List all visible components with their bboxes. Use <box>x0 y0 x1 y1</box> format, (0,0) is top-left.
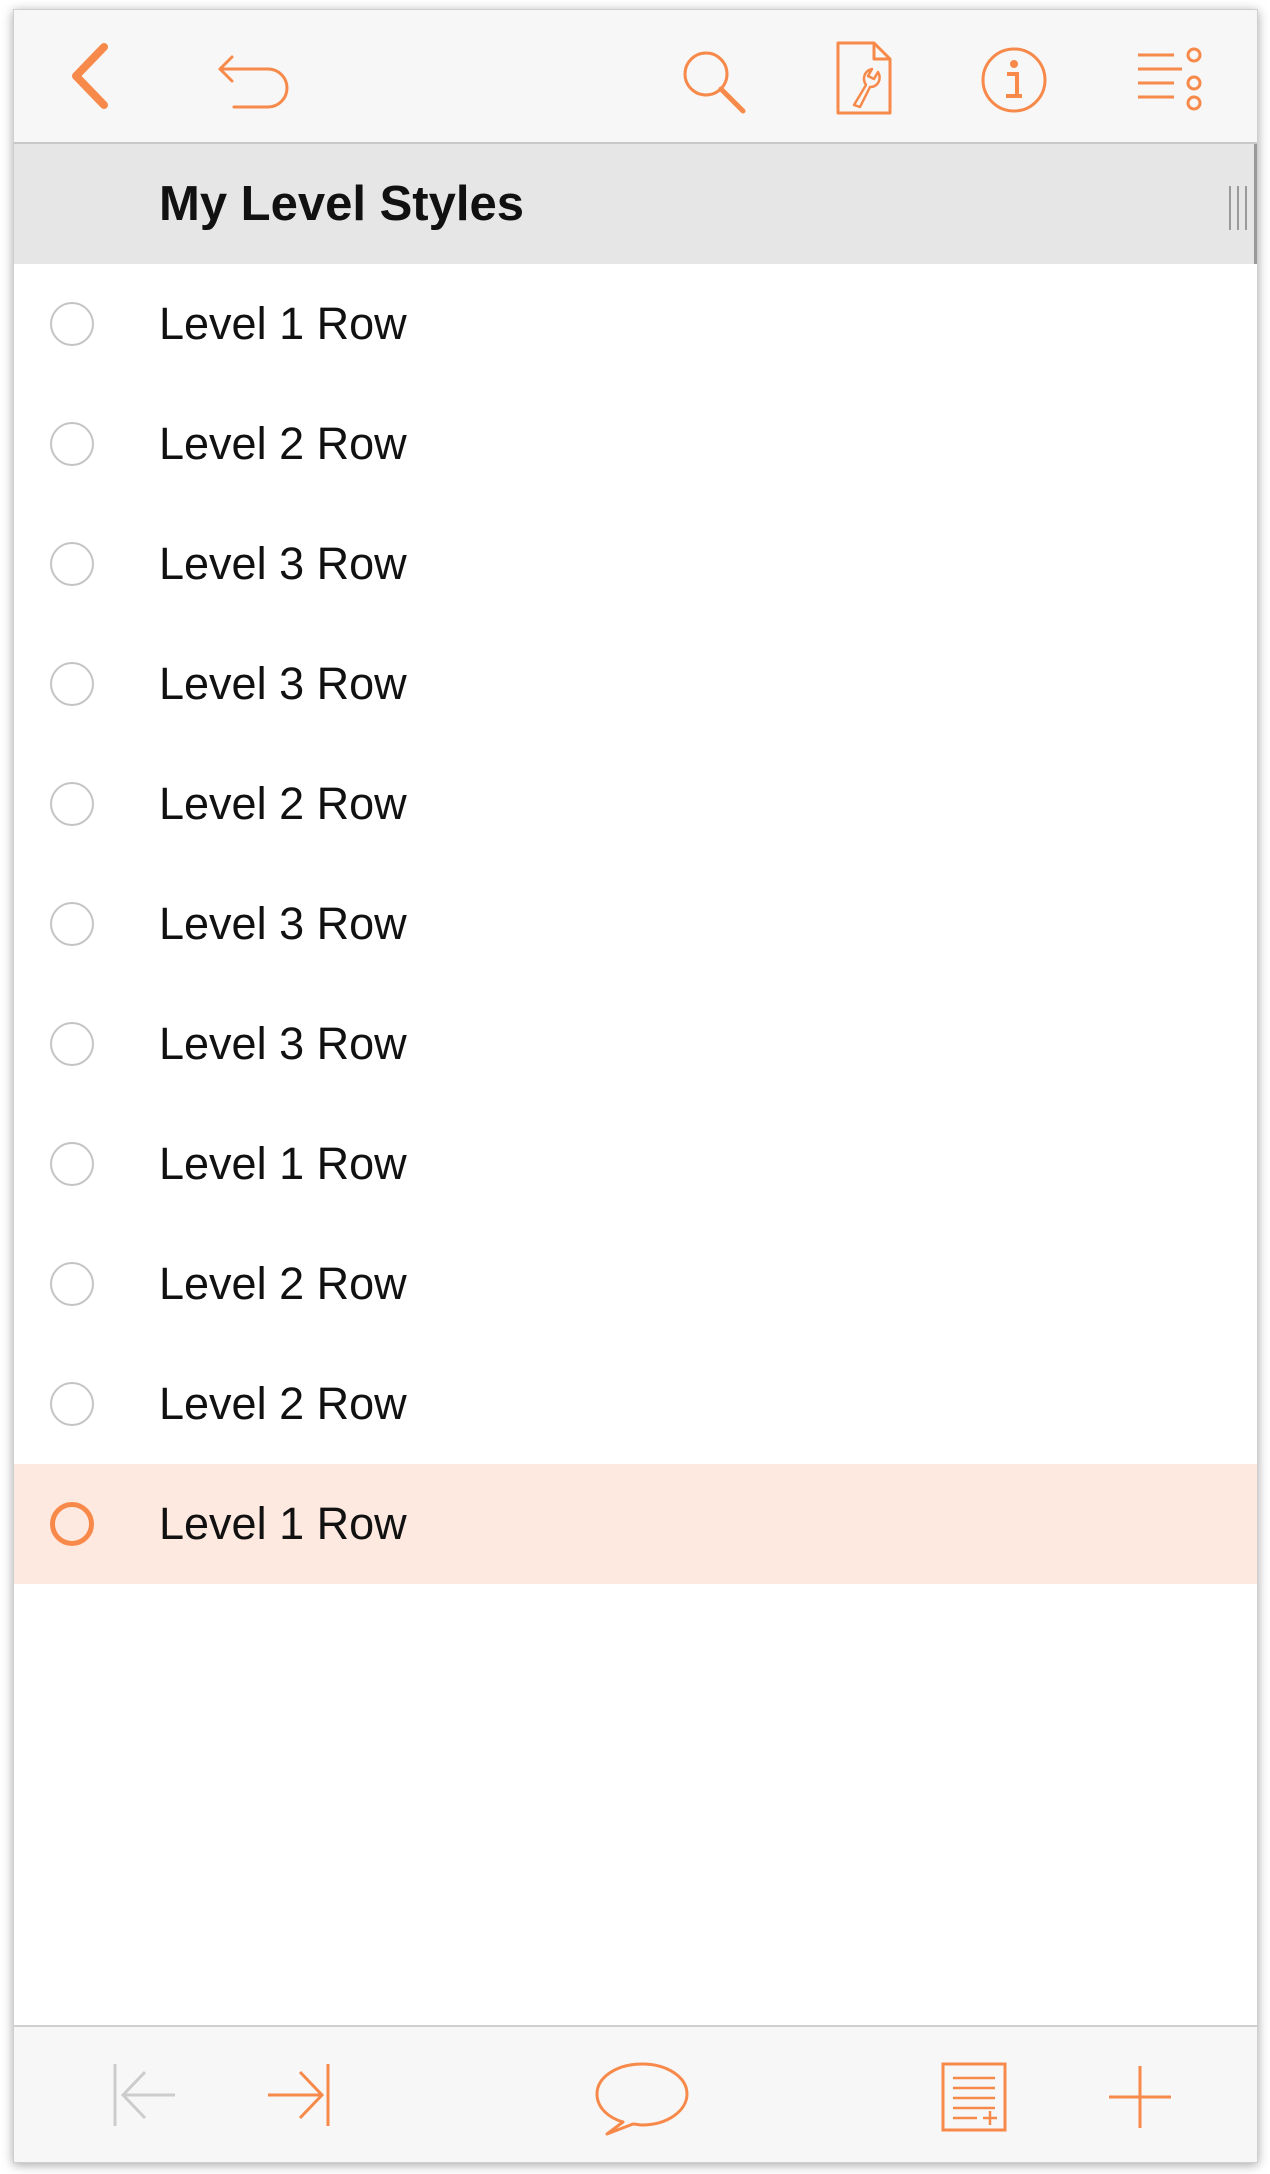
row-label[interactable]: Level 2 Row <box>159 744 407 864</box>
info-icon <box>981 47 1047 113</box>
outline-row[interactable]: Level 2 Row <box>14 1224 1257 1344</box>
indent-button[interactable] <box>259 2057 339 2133</box>
outline-row[interactable]: Level 3 Row <box>14 624 1257 744</box>
row-bullet-icon[interactable] <box>50 662 94 706</box>
app-window: My Level Styles Level 1 Row Level 2 Row Le… <box>13 9 1258 2163</box>
info-button[interactable] <box>976 42 1052 118</box>
note-bubble-icon <box>595 2062 689 2136</box>
outline-menu-icon <box>1138 47 1202 111</box>
outline-row[interactable]: Level 1 Row <box>14 264 1257 384</box>
row-label[interactable]: Level 3 Row <box>159 984 407 1104</box>
row-bullet-icon[interactable] <box>50 422 94 466</box>
row-label[interactable]: Level 1 Row <box>159 1464 407 1584</box>
outline-row[interactable]: Level 1 Row <box>14 1464 1257 1584</box>
outdent-button[interactable] <box>104 2057 184 2133</box>
add-row-icon <box>1109 2066 1171 2128</box>
back-button[interactable] <box>54 40 124 112</box>
document-settings-button[interactable] <box>829 38 899 118</box>
add-row-button[interactable] <box>1100 2057 1180 2137</box>
row-label[interactable]: Level 2 Row <box>159 1224 407 1344</box>
back-chevron-icon <box>72 43 108 109</box>
indent-icon <box>268 2064 330 2126</box>
outdent-icon <box>113 2064 175 2126</box>
page-title: My Level Styles <box>159 177 524 231</box>
bottom-toolbar <box>14 2025 1257 2162</box>
search-icon <box>683 51 746 114</box>
row-bullet-icon[interactable] <box>50 302 94 346</box>
row-bullet-icon[interactable] <box>50 1142 94 1186</box>
row-label[interactable]: Level 1 Row <box>159 1104 407 1224</box>
row-label[interactable]: Level 2 Row <box>159 1344 407 1464</box>
outline-row[interactable]: Level 3 Row <box>14 504 1257 624</box>
row-bullet-icon[interactable] <box>50 1502 94 1546</box>
row-bullet-icon[interactable] <box>50 542 94 586</box>
row-bullet-icon[interactable] <box>50 902 94 946</box>
outline-row[interactable]: Level 3 Row <box>14 864 1257 984</box>
vertical-scrollbar[interactable] <box>1254 144 1257 264</box>
undo-icon <box>218 55 289 109</box>
outline-menu-button[interactable] <box>1132 46 1212 112</box>
row-bullet-icon[interactable] <box>50 1382 94 1426</box>
row-bullet-icon[interactable] <box>50 782 94 826</box>
row-label[interactable]: Level 3 Row <box>159 624 407 744</box>
undo-button[interactable] <box>209 46 299 116</box>
row-label[interactable]: Level 3 Row <box>159 864 407 984</box>
row-bullet-icon[interactable] <box>50 1262 94 1306</box>
column-resize-grip-icon[interactable] <box>1225 184 1251 232</box>
top-toolbar <box>14 10 1257 144</box>
search-button[interactable] <box>674 42 754 122</box>
outline-row[interactable]: Level 1 Row <box>14 1104 1257 1224</box>
document-settings-icon <box>836 41 892 115</box>
outline-row[interactable]: Level 2 Row <box>14 384 1257 504</box>
outline-row[interactable]: Level 3 Row <box>14 984 1257 1104</box>
outline-row[interactable]: Level 2 Row <box>14 744 1257 864</box>
row-label[interactable]: Level 2 Row <box>159 384 407 504</box>
outline-rows: Level 1 Row Level 2 Row Level 3 Row Level 3… <box>14 264 1257 1584</box>
row-label[interactable]: Level 1 Row <box>159 264 407 384</box>
add-note-list-icon <box>941 2062 1007 2132</box>
outline-header-row[interactable]: My Level Styles <box>14 144 1257 264</box>
add-note-list-button[interactable] <box>934 2057 1014 2137</box>
outline-row[interactable]: Level 2 Row <box>14 1344 1257 1464</box>
note-button[interactable] <box>592 2057 692 2141</box>
row-bullet-icon[interactable] <box>50 1022 94 1066</box>
row-label[interactable]: Level 3 Row <box>159 504 407 624</box>
